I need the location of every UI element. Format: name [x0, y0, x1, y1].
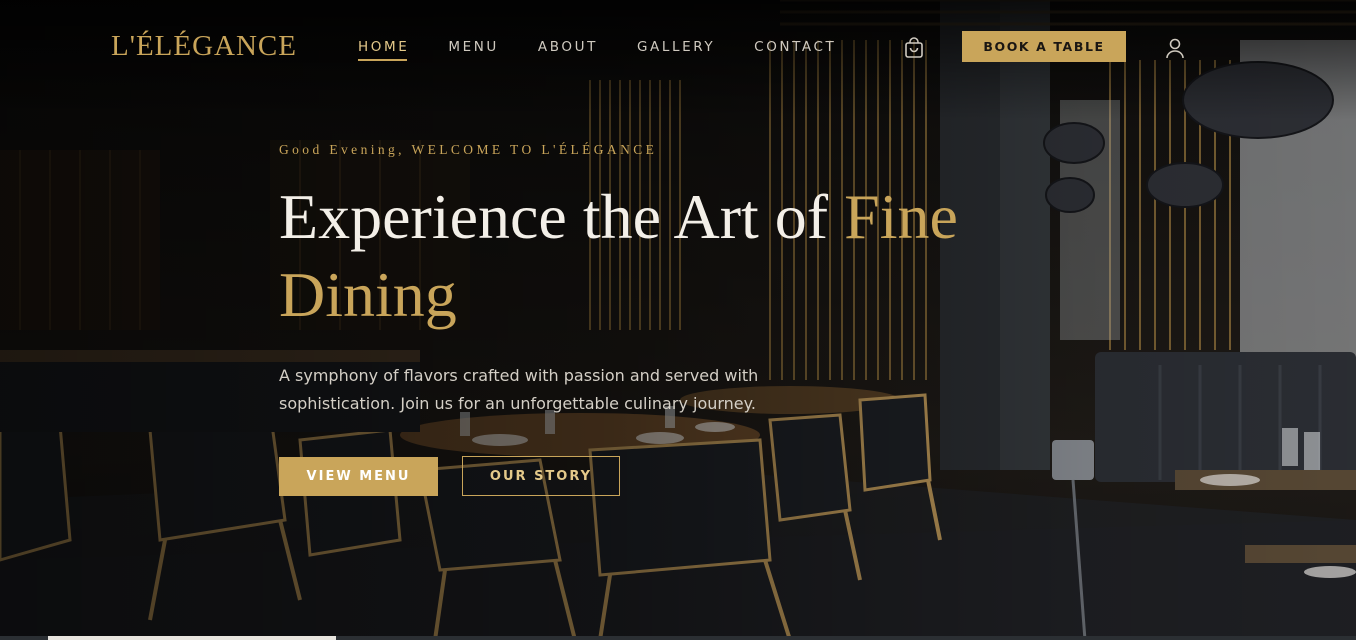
top-navigation: L'ÉLÉGANCE HOME MENU ABOUT GALLERY CONTA… — [0, 0, 1356, 92]
scroll-progress-fill — [48, 636, 336, 640]
hero-description: A symphony of flavors crafted with passi… — [279, 366, 759, 413]
user-icon[interactable] — [1164, 36, 1186, 60]
nav-item-contact[interactable]: CONTACT — [754, 39, 836, 61]
view-menu-button[interactable]: VIEW MENU — [279, 457, 438, 496]
nav-menu: HOME MENU ABOUT GALLERY CONTACT — [358, 39, 875, 61]
brand-logo[interactable]: L'ÉLÉGANCE — [111, 30, 297, 63]
headline-main: Experience the Art of — [279, 181, 845, 252]
book-table-button[interactable]: BOOK A TABLE — [962, 31, 1126, 62]
nav-item-menu[interactable]: MENU — [448, 39, 499, 61]
hero-headline: Experience the Art of Fine Dining — [279, 178, 1099, 334]
greeting-text: Good Evening, WELCOME TO L'ÉLÉGANCE — [279, 142, 658, 157]
our-story-button[interactable]: OUR STORY — [462, 456, 620, 496]
nav-item-home[interactable]: HOME — [358, 39, 409, 61]
scroll-progress-bar — [0, 636, 1356, 640]
nav-item-about[interactable]: ABOUT — [538, 39, 598, 61]
nav-item-gallery[interactable]: GALLERY — [637, 39, 715, 61]
shopping-bag-icon[interactable] — [903, 37, 925, 59]
